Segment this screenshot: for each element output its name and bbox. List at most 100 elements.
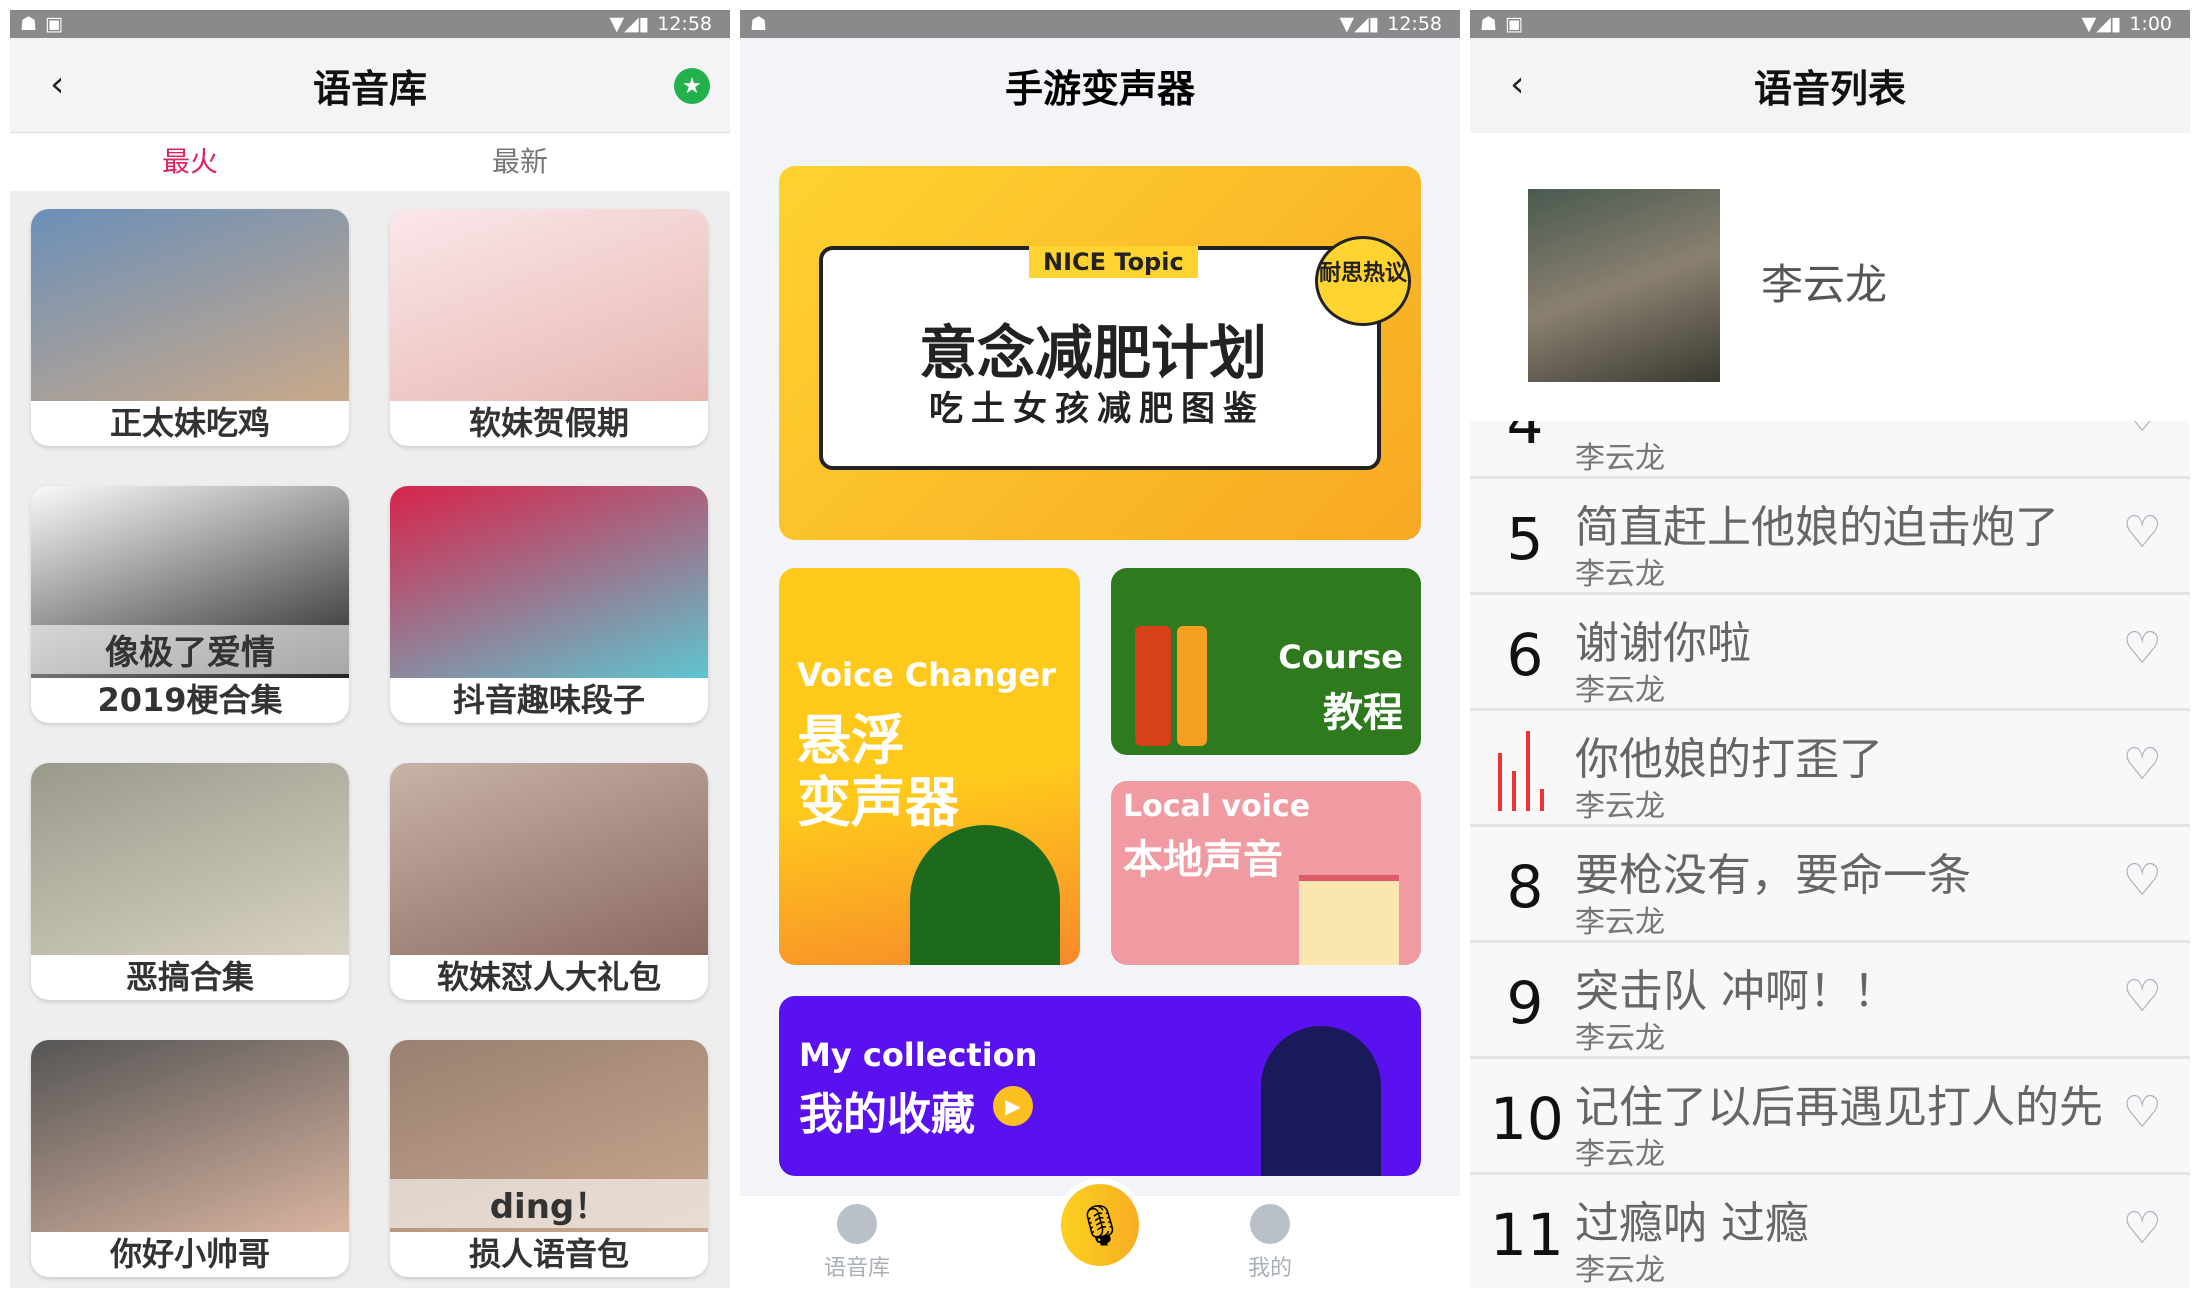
item-title: 突击队 冲啊！！ bbox=[1575, 966, 1897, 1017]
local-voice-zh: 本地声音 bbox=[1123, 837, 1283, 883]
voice-pack-card[interactable]: 抖音趣味段子 bbox=[390, 486, 708, 723]
voice-changer-tile[interactable]: Voice Changer 悬浮 变声器 bbox=[779, 568, 1080, 965]
card-label: 软妹怼人大礼包 bbox=[436, 958, 661, 996]
listener-illustration bbox=[1261, 1026, 1381, 1176]
card-label: 你好小帅哥 bbox=[109, 1235, 270, 1273]
nav-voice-library[interactable]: 语音库 bbox=[797, 1204, 917, 1282]
voice-pack-card[interactable]: 正太妹吃鸡 bbox=[31, 209, 349, 446]
item-title: 谢谢你啦 bbox=[1575, 618, 1751, 669]
card-label: 2019梗合集 bbox=[97, 681, 283, 719]
course-zh: 教程 bbox=[1323, 690, 1403, 736]
item-author: 李云龙 bbox=[1575, 557, 1665, 592]
android-icon: ☗ bbox=[20, 13, 38, 35]
voice-pack-card[interactable]: 像极了爱情 2019梗合集 bbox=[31, 486, 349, 723]
voice-changer-en: Voice Changer bbox=[797, 656, 1056, 694]
item-title: 简直赶上他娘的迫击炮了 bbox=[1575, 502, 2059, 553]
voice-list: 4李云龙♡5简直赶上他娘的迫击炮了李云龙♡6谢谢你啦李云龙♡你他娘的打歪了李云龙… bbox=[1470, 421, 2190, 1288]
profile-photo bbox=[1528, 189, 1720, 382]
voice-list-item[interactable]: 你他娘的打歪了 李云龙 ♡ bbox=[1470, 711, 2190, 827]
banner-headline: 意念减肥计划 bbox=[919, 319, 1268, 387]
voice-pack-card[interactable]: 你好小帅哥 bbox=[31, 1040, 349, 1277]
image-icon: ▣ bbox=[45, 13, 63, 35]
card-label: 损人语音包 bbox=[468, 1235, 629, 1273]
card-thumbnail: ding！ bbox=[390, 1040, 708, 1232]
banner-sub: 吃土女孩减肥图鉴 bbox=[929, 389, 1265, 429]
mic-button[interactable]: 🎙 bbox=[1055, 1178, 1145, 1272]
item-author: 李云龙 bbox=[1575, 1137, 1665, 1172]
card-overlay-text: 像极了爱情 bbox=[31, 625, 349, 674]
item-number: 10 bbox=[1490, 1085, 1564, 1153]
heart-icon[interactable]: ♡ bbox=[2123, 421, 2162, 442]
collection-zh: 我的收藏 bbox=[799, 1089, 975, 1140]
android-icon: ☗ bbox=[1480, 13, 1498, 35]
card-thumbnail bbox=[31, 1040, 349, 1232]
voice-list-item[interactable]: 10 记住了以后再遇见打人的先李云龙 ♡ bbox=[1470, 1059, 2190, 1175]
user-icon bbox=[1250, 1204, 1290, 1244]
tab-hottest[interactable]: 最火 bbox=[40, 133, 340, 191]
heart-icon[interactable]: ♡ bbox=[2123, 507, 2162, 558]
heart-icon[interactable]: ♡ bbox=[2123, 739, 2162, 790]
heart-icon[interactable]: ♡ bbox=[2123, 623, 2162, 674]
item-title: 过瘾呐 过瘾 bbox=[1575, 1198, 1809, 1249]
clock: 1:00 bbox=[2129, 13, 2172, 35]
my-collection-tile[interactable]: My collection 我的收藏 ▶ bbox=[779, 996, 1421, 1176]
card-thumbnail bbox=[390, 763, 708, 955]
voice-list-item[interactable]: 5 简直赶上他娘的迫击炮了 李云龙 ♡ bbox=[1470, 479, 2190, 595]
page-title: 语音库 bbox=[312, 66, 427, 111]
banner-badge: 耐思热议 bbox=[1315, 236, 1411, 326]
heart-icon[interactable]: ♡ bbox=[2123, 855, 2162, 906]
local-voice-tile[interactable]: Local voice 本地声音 bbox=[1111, 781, 1421, 965]
local-voice-en: Local voice bbox=[1123, 789, 1311, 824]
voice-pack-card[interactable]: ding！ 损人语音包 bbox=[390, 1040, 708, 1277]
voice-list-item[interactable]: 9 突击队 冲啊！！ 李云龙 ♡ bbox=[1470, 943, 2190, 1059]
heart-icon[interactable]: ♡ bbox=[2123, 1203, 2162, 1254]
playing-equalizer-icon bbox=[1498, 731, 1558, 811]
card-thumbnail: 像极了爱情 bbox=[31, 486, 349, 678]
voice-changer-screen: ☗ ▼◢▮ 12:58 手游变声器 NICE Topic 意念减肥计划 吃土女孩减肥… bbox=[740, 10, 1460, 1288]
item-number: 9 bbox=[1506, 969, 1544, 1037]
card-thumbnail bbox=[390, 486, 708, 678]
card-grid: 正太妹吃鸡 软妹贺假期像极了爱情 2019梗合集 抖音趣味段子恶搞合集 软妹怼人大礼包你… bbox=[10, 191, 730, 1288]
item-author: 李云龙 bbox=[1575, 1253, 1665, 1288]
nav-label: 语音库 bbox=[823, 1256, 890, 1281]
voice-pack-card[interactable]: 软妹贺假期 bbox=[390, 209, 708, 446]
voice-list-item[interactable]: 8 要枪没有，要命一条 李云龙 ♡ bbox=[1470, 827, 2190, 943]
heart-icon[interactable]: ♡ bbox=[2123, 971, 2162, 1022]
back-icon[interactable]: ‹ bbox=[1510, 64, 1524, 105]
voice-pack-card[interactable]: 软妹怼人大礼包 bbox=[390, 763, 708, 1000]
house-illustration bbox=[1299, 875, 1399, 965]
star-icon[interactable]: ★ bbox=[674, 68, 710, 104]
banner-tag: NICE Topic bbox=[1029, 246, 1198, 278]
page-title: 语音列表 bbox=[1753, 67, 1906, 111]
item-number: 8 bbox=[1506, 853, 1544, 921]
item-title: 你他娘的打歪了 bbox=[1575, 734, 1883, 785]
book-illustration bbox=[1177, 626, 1207, 746]
collection-en: My collection bbox=[799, 1036, 1038, 1074]
nav-label: 我的 bbox=[1247, 1256, 1292, 1281]
topic-banner[interactable]: NICE Topic 意念减肥计划 吃土女孩减肥图鉴 耐思热议 bbox=[779, 166, 1421, 540]
voice-list-item[interactable]: 6 谢谢你啦 李云龙 ♡ bbox=[1470, 595, 2190, 711]
item-number: 4 bbox=[1506, 421, 1544, 457]
android-icon: ☗ bbox=[750, 13, 768, 35]
course-tile[interactable]: Course 教程 bbox=[1111, 568, 1421, 755]
course-en: Course bbox=[1278, 638, 1403, 676]
item-number: 6 bbox=[1506, 621, 1544, 689]
play-icon[interactable]: ▶ bbox=[993, 1086, 1033, 1126]
wifi-icon: ▼◢▮ bbox=[609, 13, 650, 35]
voice-list-screen: ☗▣▼◢▮1:00 ‹语音列表 李云龙 4李云龙♡5简直赶上他娘的迫击炮了李云龙… bbox=[1470, 10, 2190, 1288]
heart-icon[interactable]: ♡ bbox=[2123, 1087, 2162, 1138]
voice-list-item[interactable]: 4 李云龙 ♡ bbox=[1470, 421, 2190, 479]
item-title: 记住了以后再遇见打人的先 bbox=[1575, 1082, 2103, 1133]
status-bar: ☗ ▼◢▮ 12:58 bbox=[740, 10, 1460, 38]
back-icon[interactable]: ‹ bbox=[50, 64, 64, 105]
image-icon: ▣ bbox=[1505, 13, 1523, 35]
card-thumbnail bbox=[390, 209, 708, 401]
clock: 12:58 bbox=[657, 13, 712, 35]
nav-mine[interactable]: 我的 bbox=[1210, 1204, 1330, 1282]
voice-list-item[interactable]: 11 过瘾呐 过瘾 李云龙 ♡ bbox=[1470, 1175, 2190, 1288]
voice-pack-card[interactable]: 恶搞合集 bbox=[31, 763, 349, 1000]
card-label: 抖音趣味段子 bbox=[452, 681, 645, 719]
tab-newest[interactable]: 最新 bbox=[370, 133, 670, 191]
voice-library-screen: ☗ ▣ ▼◢▮ 12:58 ‹ 语音库 ★ 最火 最新 正太妹吃鸡 软妹贺假期像极了爱情 201… bbox=[10, 10, 730, 1288]
wifi-icon: ▼◢▮ bbox=[2081, 13, 2122, 35]
